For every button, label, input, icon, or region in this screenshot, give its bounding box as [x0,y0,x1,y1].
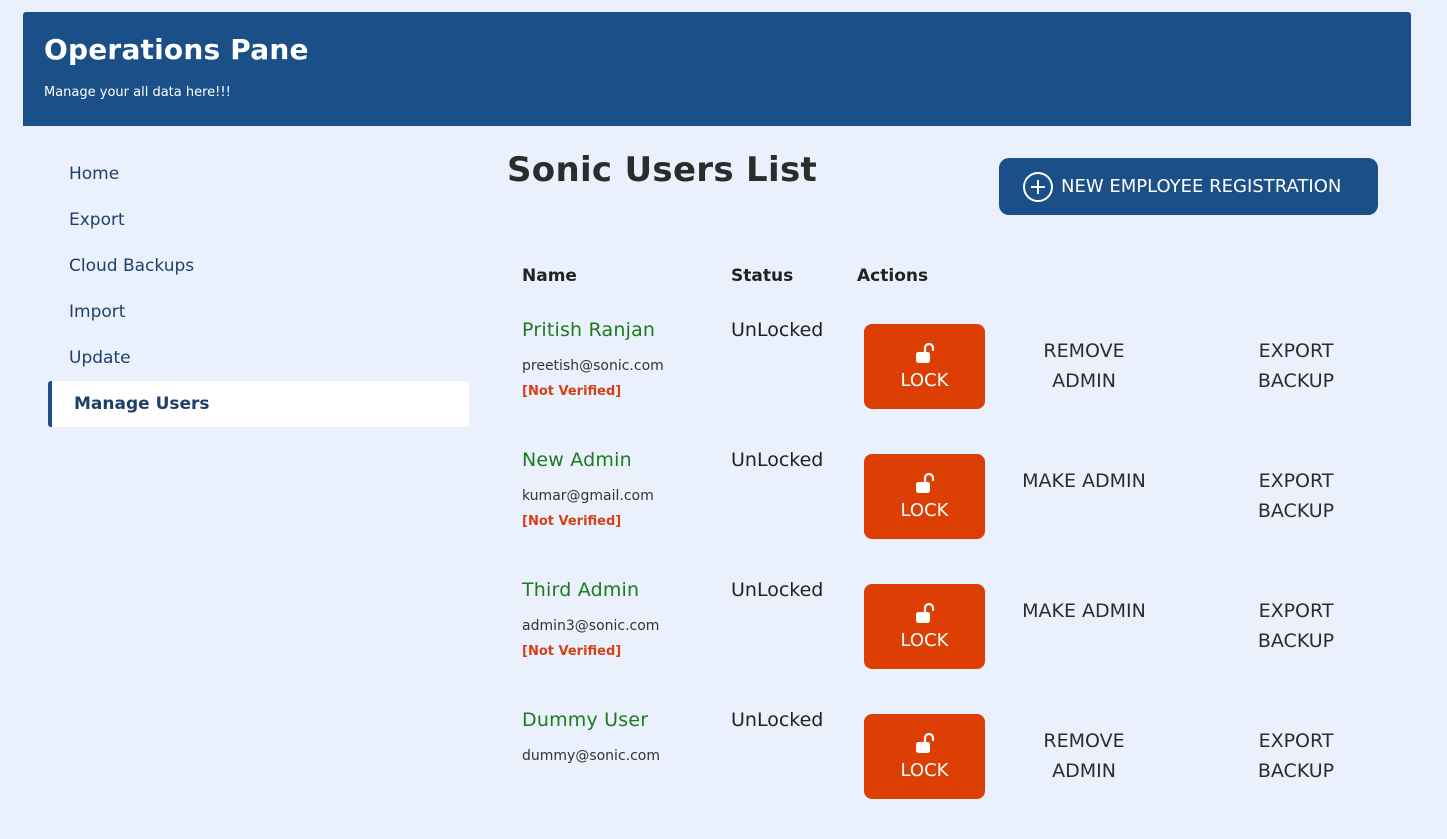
lock-button-label: LOCK [900,630,949,651]
unlock-icon [915,732,934,753]
user-status: UnLocked [731,579,824,601]
admin-toggle-label: MAKE ADMIN [1022,470,1146,492]
user-name: New Admin [522,449,632,471]
table-row: Pritish Ranjan preetish@sonic.com [Not V… [0,319,1447,449]
lock-button[interactable]: LOCK [864,714,985,799]
export-backup-label: EXPORT BACKUP [1257,340,1335,392]
export-backup-button[interactable]: EXPORT BACKUP [1221,726,1371,786]
new-employee-registration-button[interactable]: NEW EMPLOYEE REGISTRATION [999,158,1378,215]
admin-toggle-label: REMOVE ADMIN [1043,730,1125,782]
export-backup-label: EXPORT BACKUP [1257,470,1335,522]
unlock-icon [915,602,934,623]
user-status: UnLocked [731,449,824,471]
admin-toggle-button[interactable]: REMOVE ADMIN [1009,336,1159,396]
unlock-icon [915,342,934,363]
user-name: Dummy User [522,709,649,731]
admin-toggle-button[interactable]: MAKE ADMIN [1009,596,1159,626]
export-backup-button[interactable]: EXPORT BACKUP [1221,466,1371,526]
table-row: Third Admin admin3@sonic.com [Not Verifi… [0,579,1447,709]
app-subtitle: Manage your all data here!!! [44,85,231,100]
verification-badge: [Not Verified] [522,384,622,399]
page-title: Sonic Users List [507,150,818,190]
user-email: admin3@sonic.com [522,618,660,634]
unlock-icon [915,472,934,493]
verification-badge: [Not Verified] [522,514,622,529]
admin-toggle-label: REMOVE ADMIN [1043,340,1125,392]
admin-toggle-button[interactable]: REMOVE ADMIN [1009,726,1159,786]
lock-button[interactable]: LOCK [864,584,985,669]
column-header-name: Name [522,266,577,286]
sidebar-item-cloud-backups[interactable]: Cloud Backups [48,243,469,289]
user-email: preetish@sonic.com [522,358,664,374]
table-row: New Admin kumar@gmail.com [Not Verified]… [0,449,1447,579]
column-header-status: Status [731,266,794,286]
admin-toggle-button[interactable]: MAKE ADMIN [1009,466,1159,496]
export-backup-button[interactable]: EXPORT BACKUP [1221,596,1371,656]
lock-button-label: LOCK [900,370,949,391]
new-employee-registration-label: NEW EMPLOYEE REGISTRATION [1061,176,1342,197]
lock-button-label: LOCK [900,500,949,521]
export-backup-label: EXPORT BACKUP [1257,600,1335,652]
lock-button[interactable]: LOCK [864,454,985,539]
user-email: kumar@gmail.com [522,488,654,504]
export-backup-button[interactable]: EXPORT BACKUP [1221,336,1371,396]
sidebar-item-home[interactable]: Home [48,151,469,197]
user-status: UnLocked [731,709,824,731]
plus-circle-icon [1023,171,1053,202]
app-title: Operations Pane [44,33,309,66]
user-name: Third Admin [522,579,640,601]
column-header-actions: Actions [857,266,929,286]
lock-button[interactable]: LOCK [864,324,985,409]
user-name: Pritish Ranjan [522,319,656,341]
table-row: Dummy User dummy@sonic.com UnLocked LOCK… [0,709,1447,839]
verification-badge: [Not Verified] [522,644,622,659]
app-header: Operations Pane Manage your all data her… [23,12,1411,126]
user-email: dummy@sonic.com [522,748,660,764]
sidebar-item-export[interactable]: Export [48,197,469,243]
admin-toggle-label: MAKE ADMIN [1022,600,1146,622]
user-status: UnLocked [731,319,824,341]
export-backup-label: EXPORT BACKUP [1257,730,1335,782]
